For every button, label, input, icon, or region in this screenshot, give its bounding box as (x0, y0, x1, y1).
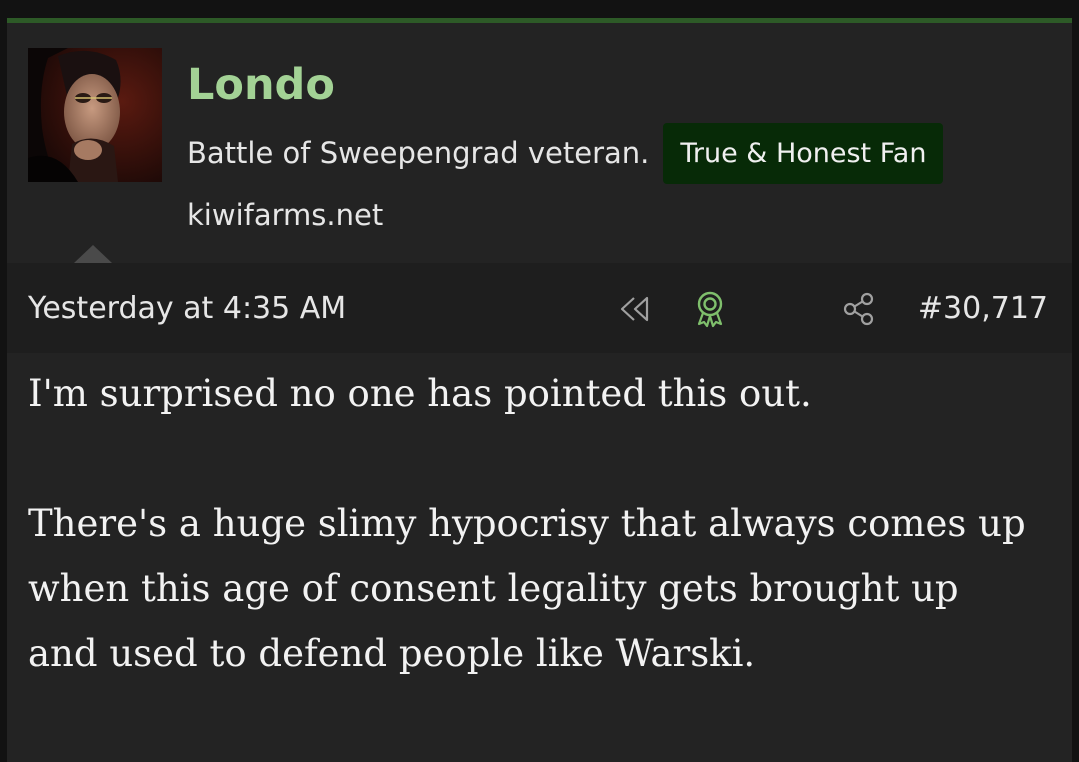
user-banner: True & Honest Fan (663, 122, 944, 184)
post-body: I'm surprised no one has pointed this ou… (28, 361, 1038, 686)
share-icon[interactable] (839, 289, 879, 329)
post-timestamp[interactable]: Yesterday at 4:35 AM (28, 289, 346, 329)
avatar-image (28, 48, 162, 182)
post-number[interactable]: #30,717 (918, 289, 1048, 329)
post-paragraph: There's a huge slimy hypocrisy that alwa… (28, 502, 1026, 675)
post-paragraph: I'm surprised no one has pointed this ou… (28, 372, 812, 415)
forum-post: Londo Battle of Sweepengrad veteran. Tru… (7, 18, 1072, 762)
award-icon[interactable] (690, 289, 730, 329)
site-name: kiwifarms.net (187, 198, 384, 232)
username[interactable]: Londo (187, 57, 335, 113)
user-title: Battle of Sweepengrad veteran. (187, 136, 650, 170)
avatar[interactable] (28, 48, 162, 182)
screenshot-frame: Londo Battle of Sweepengrad veteran. Tru… (0, 0, 1079, 762)
up-arrow-icon (74, 245, 112, 263)
user-title-row: Battle of Sweepengrad veteran. True & Ho… (187, 122, 944, 184)
rewind-icon[interactable] (615, 289, 655, 329)
